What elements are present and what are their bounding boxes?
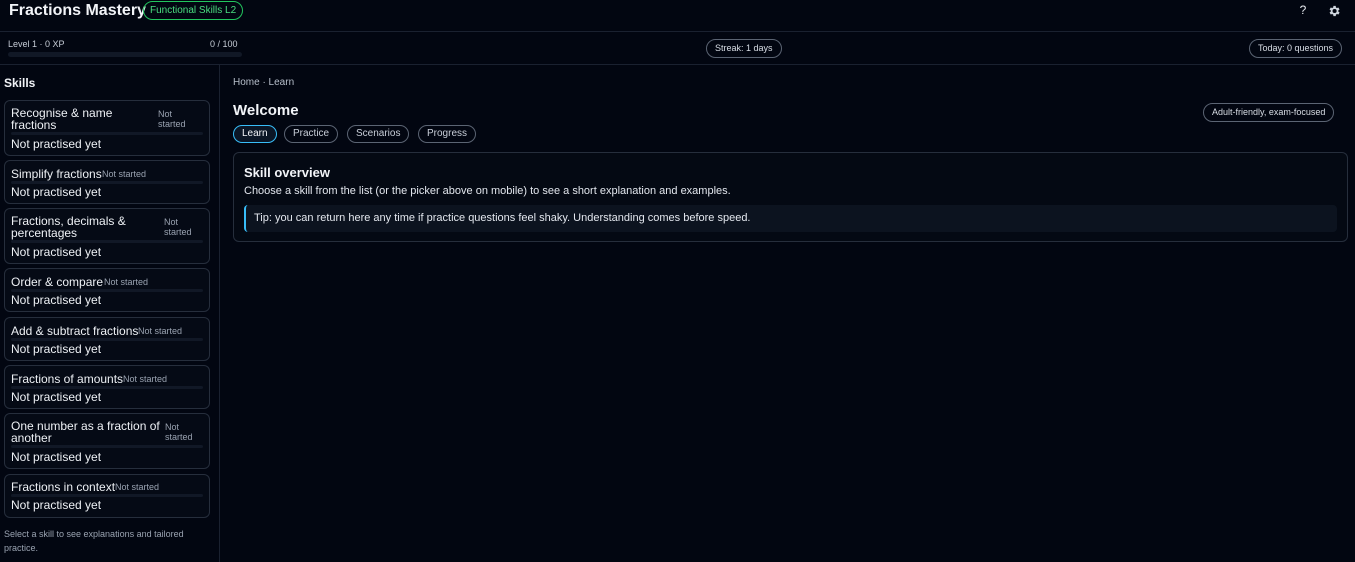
skill-name-line: percentages	[11, 226, 78, 240]
skill-name: Add & subtract fractions	[11, 325, 138, 337]
skill-card-simplify[interactable]: Simplify fractions Not started Not pract…	[4, 160, 210, 204]
skill-name: Order & compare	[11, 276, 103, 288]
skill-practised-label: Not practised yet	[11, 245, 102, 259]
skill-status: Not started	[102, 169, 146, 179]
skill-status-line: Not started	[123, 374, 168, 384]
skill-name-line: fractions	[11, 118, 57, 132]
gear-icon[interactable]	[1327, 4, 1341, 18]
skill-status: Not started	[115, 482, 159, 492]
audience-tag: Adult-friendly, exam-focused	[1203, 103, 1335, 122]
skill-progress-bar	[11, 289, 203, 292]
skill-status-line: Not started	[102, 169, 147, 179]
skill-name-line: Fractions in context	[11, 480, 116, 494]
skill-status-line: Not started	[115, 482, 160, 492]
skill-name-line: Order & compare	[11, 275, 104, 289]
tip-callout: Tip: you can return here any time if pra…	[244, 205, 1337, 232]
today-badge: Today: 0 questions	[1249, 39, 1343, 58]
skill-status: Not started	[104, 277, 148, 287]
skill-status-line: started	[164, 227, 192, 237]
skill-card-one-number-fraction[interactable]: One number as a fraction of another Not …	[4, 413, 210, 469]
skill-practised-label: Not practised yet	[11, 342, 102, 356]
overview-text: Choose a skill from the list (or the pic…	[244, 185, 731, 197]
top-bar: Fractions Mastery Functional Skills L2 ?	[0, 0, 1355, 32]
skill-practised-label: Not practised yet	[11, 137, 102, 151]
skill-name-line: Fractions of amounts	[11, 372, 124, 386]
overview-title: Skill overview	[244, 165, 330, 180]
level-label: Level 1 · 0 XP	[8, 39, 65, 49]
tab-practice[interactable]: Practice	[284, 125, 339, 143]
xp-progress-bar	[8, 52, 242, 57]
skill-progress-bar	[11, 494, 203, 497]
breadcrumb: Home · Learn	[233, 77, 295, 88]
skills-sidebar: Skills Recognise & name fractions Not st…	[0, 65, 220, 562]
xp-label: 0 / 100	[210, 39, 238, 49]
status-bar: Level 1 · 0 XP 0 / 100 Streak: 1 days To…	[0, 32, 1355, 65]
skill-status: Not started	[165, 422, 193, 442]
skill-name: Fractions of amounts	[11, 373, 123, 385]
skill-status-line: Not	[165, 422, 180, 432]
skill-name: Fractions, decimals & percentages	[11, 215, 126, 239]
skill-progress-bar	[11, 181, 203, 184]
skill-card-order-compare[interactable]: Order & compare Not started Not practise…	[4, 268, 210, 312]
skill-status-line: Not	[164, 217, 179, 227]
skill-name-line: Add & subtract fractions	[11, 324, 139, 338]
skill-card-fractions-in-context[interactable]: Fractions in context Not started Not pra…	[4, 474, 210, 518]
skill-status: Not started	[123, 374, 167, 384]
tab-progress[interactable]: Progress	[418, 125, 477, 143]
sidebar-hint: Select a skill to see explanations and t…	[4, 529, 184, 553]
skill-status: Not started	[138, 326, 182, 336]
skill-card-add-subtract[interactable]: Add & subtract fractions Not started Not…	[4, 317, 210, 361]
skill-name-line: Simplify fractions	[11, 167, 102, 181]
skill-status: Not started	[158, 109, 186, 129]
skill-practised-label: Not practised yet	[11, 498, 102, 512]
skill-status-line: Not	[158, 109, 173, 119]
help-icon[interactable]: ?	[1297, 3, 1309, 17]
skill-status-line: Not started	[104, 277, 149, 287]
skill-status: Not started	[164, 217, 192, 237]
skill-name-line: another	[11, 431, 52, 445]
skill-progress-bar	[11, 338, 203, 341]
skill-overview-card: Skill overview Choose a skill from the l…	[233, 152, 1348, 242]
skill-progress-bar	[11, 386, 203, 389]
skill-practised-label: Not practised yet	[11, 390, 102, 404]
skill-status-line: started	[165, 432, 193, 442]
tab-scenarios[interactable]: Scenarios	[347, 125, 410, 143]
skill-status-line: Not started	[138, 326, 183, 336]
skill-practised-label: Not practised yet	[11, 185, 102, 199]
tab-learn[interactable]: Learn	[233, 125, 277, 143]
page-title: Welcome	[233, 102, 299, 119]
streak-badge: Streak: 1 days	[706, 39, 782, 58]
skill-name: One number as a fraction of another	[11, 420, 160, 444]
skill-practised-label: Not practised yet	[11, 450, 102, 464]
level-badge: Functional Skills L2	[143, 1, 244, 20]
skill-practised-label: Not practised yet	[11, 293, 102, 307]
skill-progress-bar	[11, 445, 203, 448]
sidebar-heading: Skills	[4, 76, 36, 90]
skill-card-fractions-of-amounts[interactable]: Fractions of amounts Not started Not pra…	[4, 365, 210, 409]
skill-card-recognise-name[interactable]: Recognise & name fractions Not started N…	[4, 100, 210, 156]
skill-status-line: started	[158, 119, 186, 129]
skill-card-fdp[interactable]: Fractions, decimals & percentages Not st…	[4, 208, 210, 264]
skill-name: Simplify fractions	[11, 168, 102, 180]
skill-progress-bar	[11, 132, 203, 135]
skill-progress-bar	[11, 240, 203, 243]
app-title: Fractions Mastery	[9, 2, 146, 19]
skill-name: Recognise & name fractions	[11, 107, 112, 131]
skill-name: Fractions in context	[11, 481, 115, 493]
